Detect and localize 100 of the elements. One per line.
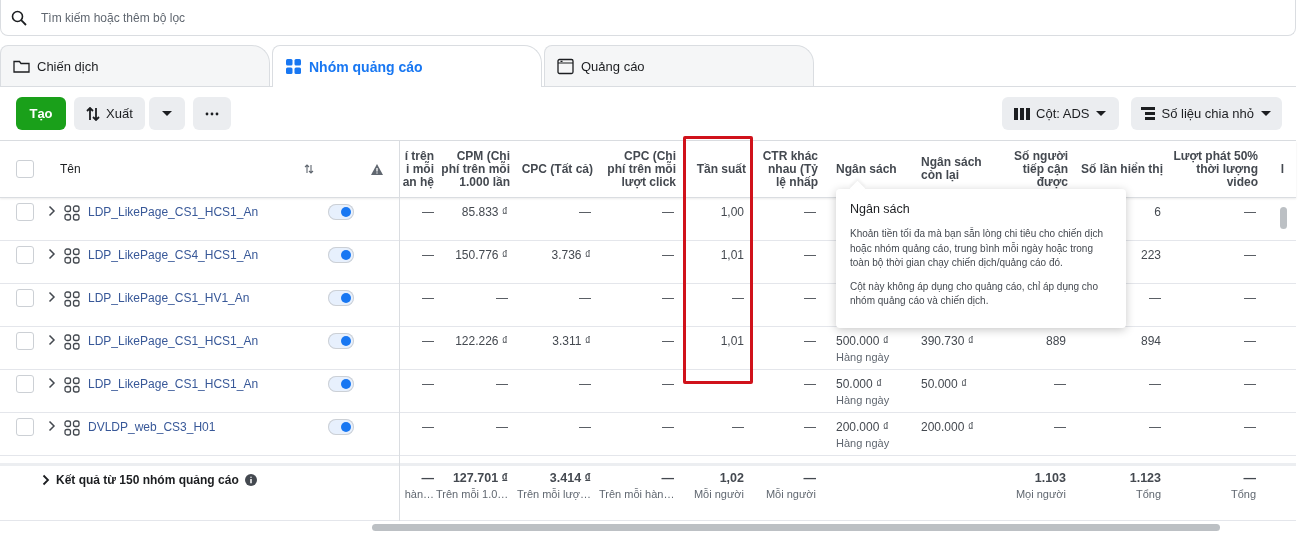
toggle-switch[interactable] [328,333,354,349]
table-cell: 1,00 [720,205,744,219]
breakdown-icon [1141,106,1156,121]
window-icon [557,57,574,75]
column-header[interactable]: l [1264,141,1290,197]
row-checkbox[interactable] [16,289,34,307]
table-cell: — [804,334,816,348]
cell-value: — [802,471,816,485]
cell-note: Trên mỗi 1.0… [436,488,508,500]
table-cell: 390.730 ₫ [921,334,974,348]
cell-note: Trên mỗi hàn… [599,488,674,500]
cell-value: — [420,471,434,485]
tooltip-title: Ngân sách [850,201,911,217]
table-cell: — [579,420,591,434]
table-cell: — [804,205,816,219]
cell-value: 200.000 ₫ [836,420,890,434]
toggle-switch[interactable] [328,419,354,435]
adset-name-link[interactable]: DVLDP_web_CS3_H01 [88,420,216,434]
table-cell: — [1244,377,1256,391]
row-checkbox[interactable] [16,332,34,350]
columns-icon [1014,107,1030,120]
chevron-icon[interactable] [42,473,50,486]
table-cell: 894 [1140,334,1161,348]
table-cell: 85.833 ₫ [461,205,508,219]
table-cell: — [579,205,591,219]
table-cell: — [1149,420,1161,434]
export-dropdown-button[interactable] [148,97,185,130]
toggle-switch[interactable] [328,247,354,263]
tab[interactable]: Nhóm quảng cáo [272,45,542,87]
export-button[interactable]: Xuất [74,97,145,130]
table-cell: — [422,205,434,219]
search-input[interactable]: Tìm kiếm hoặc thêm bộ lọc [41,10,1295,25]
table-cell: — [1149,377,1161,391]
scrollbar-thumb[interactable] [372,524,1220,531]
table-cell: — [1244,420,1256,434]
row-checkbox[interactable] [16,375,34,393]
columns-button[interactable]: Cột: ADS [1002,97,1120,130]
grid-icon [285,58,302,75]
adset-name-link[interactable]: LDP_LikePage_CS4_HCS1_An [88,248,259,262]
chevron-icon[interactable] [48,334,56,346]
cell-value: 1,02 [718,471,744,485]
table-cell: — [422,377,434,391]
toggle-switch[interactable] [328,204,354,220]
table-cell: — [804,291,816,305]
table-cell: — [422,420,434,434]
row-checkbox[interactable] [16,203,34,221]
table-cell: — [732,291,744,305]
scrollbar-thumb[interactable] [1280,207,1287,229]
table-cell: — [422,291,434,305]
cell-value: — [1242,471,1256,485]
column-header[interactable]: Lượt phát 50% thời lượng video [1169,141,1264,197]
column-header[interactable]: CPM (Chi phí trên mỗi 1.000 lần [436,141,516,197]
cell-note: Hàng ngày [836,351,891,363]
chevron-icon[interactable] [48,248,56,260]
tab[interactable]: Chiến dịch [0,45,270,86]
table-cell: — [579,291,591,305]
tab[interactable]: Quảng cáo [544,45,814,86]
toggle-switch[interactable] [328,376,354,392]
chevron-icon[interactable] [48,377,56,389]
column-header: Tên [60,162,81,176]
warning-icon [371,163,383,175]
table-cell: — [496,377,508,391]
table-cell: — [1244,334,1256,348]
cell-note: hàn… [403,488,434,500]
header-checkbox[interactable] [16,160,34,178]
column-header[interactable]: Tần suất [682,141,752,197]
adset-name-link[interactable]: LDP_LikePage_CS1_HCS1_An [88,205,259,219]
column-header[interactable]: í trên i mỗi an hệ [400,141,436,197]
table-cell: — [662,420,674,434]
table-cell: 122.226 ₫ [455,334,508,348]
toggle-switch[interactable] [328,290,354,306]
breakdown-button[interactable]: Số liệu chia nhỏ [1131,97,1282,130]
table-cell: 223 [1140,248,1161,262]
row-checkbox[interactable] [16,418,34,436]
chevron-icon[interactable] [48,291,56,303]
adset-name-link[interactable]: LDP_LikePage_CS1_HV1_An [88,291,250,305]
table-cell: — [1244,291,1256,305]
grid-icon [64,248,80,264]
column-header[interactable]: CTR khác nhau (Tỷ lệ nhấp [752,141,824,197]
chevron-icon[interactable] [48,205,56,217]
cell-value: 1.123 [1128,471,1161,485]
column-header[interactable]: CPC (Chi phí trên mỗi lượt click [599,141,682,197]
sort-icon[interactable] [304,164,314,174]
grid-icon [64,420,80,436]
grid-icon [64,377,80,393]
row-checkbox[interactable] [16,246,34,264]
cell-value: 1.103 [1033,471,1066,485]
caret-icon [1095,110,1108,117]
cell-note: Hàng ngày [836,437,891,449]
column-header[interactable]: CPC (Tất cả) [516,141,599,197]
cell-note: Mỗi người [692,488,744,500]
table-cell: — [732,420,744,434]
search-field[interactable]: Tìm kiếm hoặc thêm bộ lọc [0,0,1296,36]
table-cell: — [662,205,674,219]
adset-name-link[interactable]: LDP_LikePage_CS1_HCS1_An [88,377,259,391]
summary-label: Kết quả từ 150 nhóm quảng cáo [56,472,239,487]
adset-name-link[interactable]: LDP_LikePage_CS1_HCS1_An [88,334,259,348]
table-cell: — [1149,291,1161,305]
chevron-icon[interactable] [48,420,56,432]
info-icon[interactable] [244,473,257,486]
